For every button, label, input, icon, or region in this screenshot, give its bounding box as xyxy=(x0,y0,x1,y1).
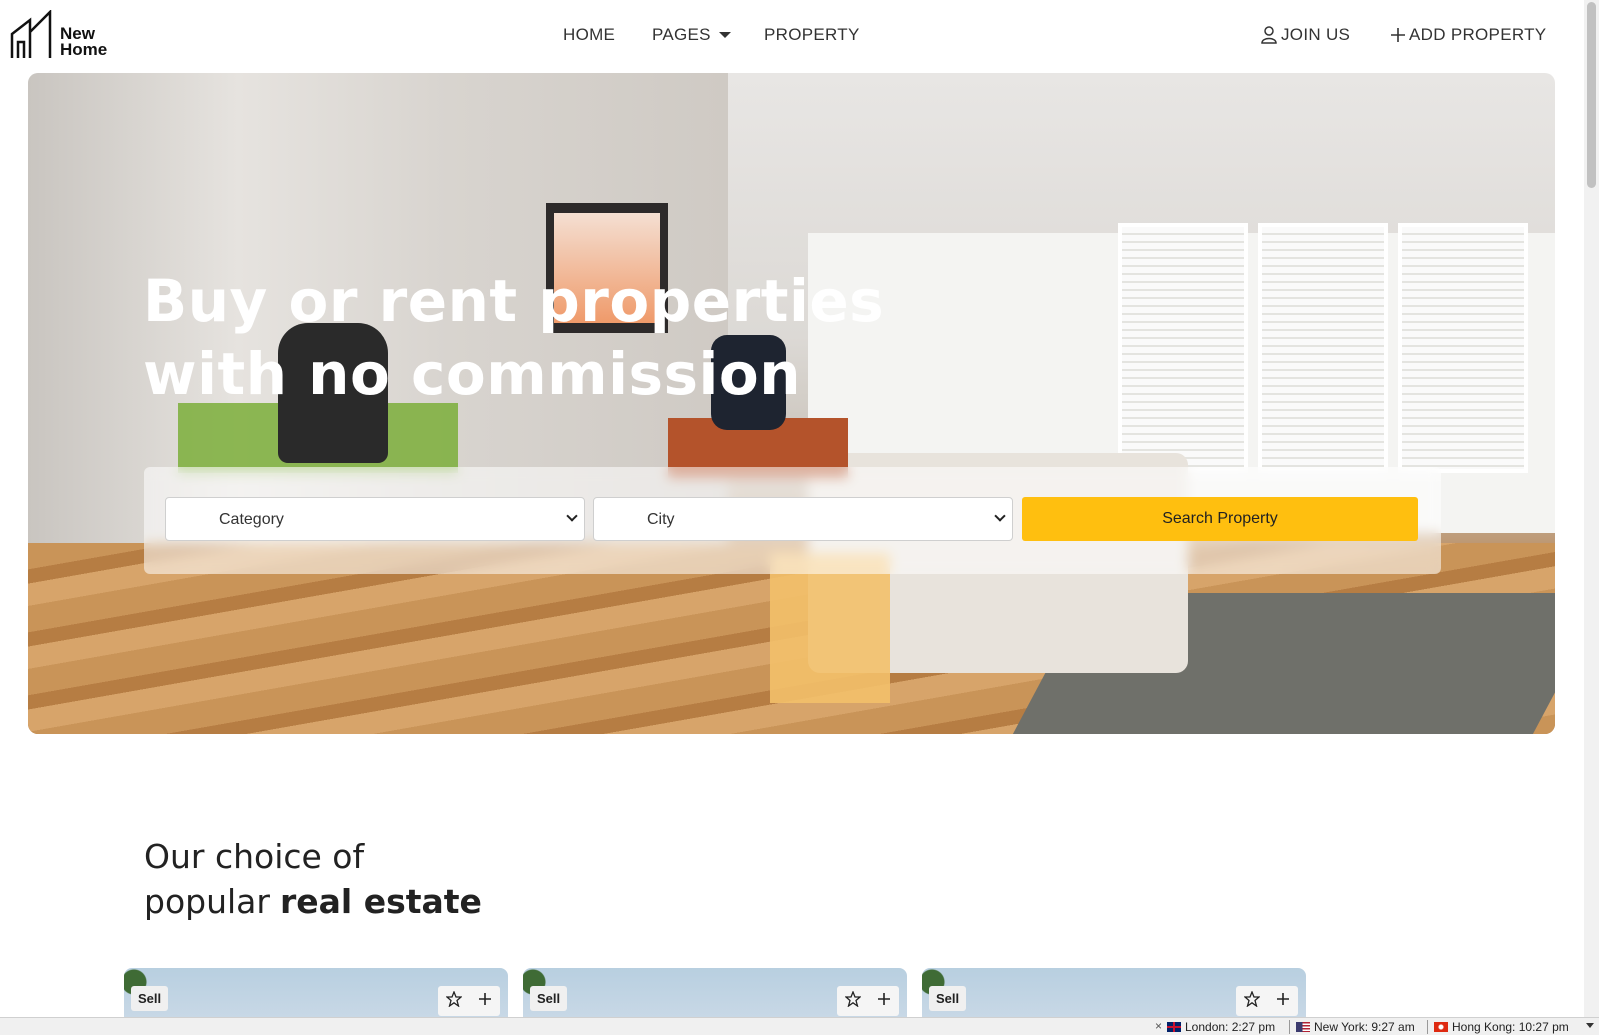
join-us-label: JOIN US xyxy=(1281,25,1351,44)
brand-logo[interactable]: New Home xyxy=(10,10,107,60)
plus-icon[interactable] xyxy=(877,992,891,1011)
brand-name: New Home xyxy=(60,25,108,60)
clock-new-york-text: New York: 9:27 am xyxy=(1314,1020,1415,1034)
house-logo-icon xyxy=(10,10,52,58)
section-heading-regular: popular xyxy=(144,882,270,921)
clock-separator xyxy=(1289,1020,1290,1034)
scrollbar-thumb[interactable] xyxy=(1587,2,1596,188)
property-card[interactable]: Sell xyxy=(124,968,508,1018)
property-card[interactable]: Sell xyxy=(523,968,907,1018)
section-heading: Our choice of popular real estate xyxy=(144,834,482,924)
clock-hong-kong: Hong Kong: 10:27 pm xyxy=(1434,1020,1569,1034)
clock-hong-kong-text: Hong Kong: 10:27 pm xyxy=(1452,1020,1569,1034)
section-heading-bold: real estate xyxy=(279,882,482,921)
section-heading-line2: popular real estate xyxy=(144,879,482,924)
category-select-value: Category xyxy=(219,511,284,528)
sell-badge: Sell xyxy=(131,986,169,1011)
uk-flag-icon xyxy=(1167,1022,1181,1032)
star-icon[interactable] xyxy=(445,989,463,1012)
chevron-down-icon xyxy=(994,510,1006,522)
hero-image-window xyxy=(1118,223,1248,473)
property-search-form: Category City Search Property xyxy=(144,467,1441,574)
card-actions xyxy=(837,986,899,1016)
clock-new-york: New York: 9:27 am xyxy=(1296,1020,1415,1034)
card-actions xyxy=(1236,986,1298,1016)
nav-pages-label: PAGES xyxy=(652,25,711,44)
join-us-link[interactable]: JOIN US xyxy=(1261,25,1350,45)
plus-icon xyxy=(1391,28,1405,42)
top-navbar: New Home HOME PAGES PROPERTY JOIN US ADD… xyxy=(0,0,1584,72)
add-property-label: ADD PROPERTY xyxy=(1409,25,1547,44)
nav-home-link[interactable]: HOME xyxy=(563,25,615,45)
city-select[interactable]: City xyxy=(593,497,1013,541)
plus-icon[interactable] xyxy=(478,992,492,1011)
section-heading-line1: Our choice of xyxy=(144,837,365,876)
close-icon[interactable]: × xyxy=(1155,1019,1162,1033)
city-select-value: City xyxy=(647,511,675,528)
hero-image-window xyxy=(1398,223,1528,473)
add-property-link[interactable]: ADD PROPERTY xyxy=(1391,25,1546,45)
brand-line2: Home xyxy=(60,40,108,59)
user-icon xyxy=(1261,26,1277,44)
clock-separator xyxy=(1427,1020,1428,1034)
sell-badge: Sell xyxy=(530,986,568,1011)
nav-pages-dropdown[interactable]: PAGES xyxy=(652,25,731,45)
star-icon[interactable] xyxy=(1243,989,1261,1012)
chevron-down-icon[interactable] xyxy=(1586,1023,1594,1028)
hero-title-line2: with no commission xyxy=(143,340,802,408)
sell-badge: Sell xyxy=(929,986,967,1011)
search-property-button[interactable]: Search Property xyxy=(1022,497,1418,541)
category-select[interactable]: Category xyxy=(165,497,585,541)
world-clock-bar: × London: 2:27 pm New York: 9:27 am Hong… xyxy=(0,1017,1599,1035)
us-flag-icon xyxy=(1296,1022,1310,1032)
hero-title: Buy or rent properties with no commissio… xyxy=(143,265,884,411)
hero-title-line1: Buy or rent properties xyxy=(143,267,885,335)
nav-property-link[interactable]: PROPERTY xyxy=(764,25,860,45)
chevron-down-icon xyxy=(566,510,578,522)
star-icon[interactable] xyxy=(844,989,862,1012)
caret-down-icon xyxy=(718,32,731,38)
clock-london: London: 2:27 pm xyxy=(1167,1020,1275,1034)
hero-image-stool xyxy=(770,553,890,703)
property-card[interactable]: Sell xyxy=(922,968,1306,1018)
card-actions xyxy=(438,986,500,1016)
hero-image-window xyxy=(1258,223,1388,473)
plus-icon[interactable] xyxy=(1276,992,1290,1011)
hk-flag-icon xyxy=(1434,1022,1448,1032)
clock-london-text: London: 2:27 pm xyxy=(1185,1020,1276,1034)
vertical-scrollbar[interactable] xyxy=(1584,0,1599,1017)
